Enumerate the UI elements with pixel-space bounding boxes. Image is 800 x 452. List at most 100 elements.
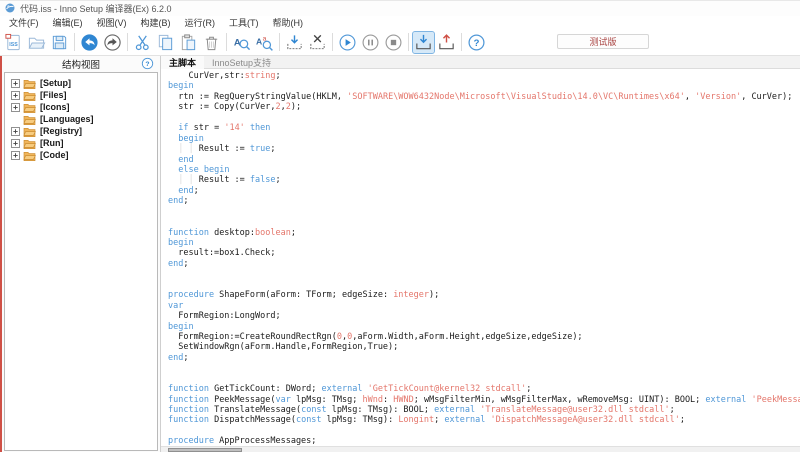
toolbar: ISS AAa? 测试版 (0, 29, 800, 56)
code-line: function DispatchMessage(const lpMsg: TM… (168, 415, 800, 425)
sidebar-title: 结构视图 (62, 57, 100, 71)
folder-icon (23, 114, 36, 125)
help-button[interactable]: ? (466, 32, 487, 53)
copy-button[interactable] (155, 32, 176, 53)
code-line: result:=box1.Check; (168, 248, 800, 258)
menu-item[interactable]: 运行(R) (178, 16, 223, 29)
stop-button[interactable] (383, 32, 404, 53)
compile-button[interactable] (284, 32, 305, 53)
new-script-icon: ISS (4, 33, 23, 52)
sidebar-help-icon[interactable]: ? (141, 57, 154, 70)
tree-item-code[interactable]: + [Code] (5, 149, 157, 161)
expand-icon[interactable]: + (11, 127, 20, 136)
folder-icon (23, 150, 36, 161)
replace-icon: Aa (255, 33, 274, 52)
code-line: str := Copy(CurVer,2,2); (168, 102, 800, 112)
tree-item-icons[interactable]: + [Icons] (5, 101, 157, 113)
run-button[interactable] (337, 32, 358, 53)
tree-item-label: [Setup] (40, 78, 71, 88)
upload-icon (437, 33, 456, 52)
tab-main-script[interactable]: 主脚本 (161, 56, 204, 69)
tree-item-run[interactable]: +[Run] (5, 137, 157, 149)
code-line: var (168, 301, 800, 311)
code-line (168, 426, 800, 436)
tree-item-setup[interactable]: + [Setup] (5, 77, 157, 89)
code-line: procedure AppProcessMessages; (168, 436, 800, 446)
toolbar-group (131, 32, 223, 53)
code-line (168, 207, 800, 217)
tree-item-registry[interactable]: + [Registry] (5, 125, 157, 137)
code-line (168, 113, 800, 123)
menu-item[interactable]: 构建(B) (134, 16, 178, 29)
code-line: end; (168, 353, 800, 363)
svg-text:ISS: ISS (9, 41, 18, 47)
redo-button[interactable] (102, 32, 123, 53)
tree-item-files[interactable]: +[Files] (5, 89, 157, 101)
undo-button[interactable] (79, 32, 100, 53)
find-button[interactable]: A (231, 32, 252, 53)
code-line: end; (168, 196, 800, 206)
redo-icon (103, 33, 122, 52)
toolbar-separator (127, 33, 128, 51)
code-line: end; (168, 186, 800, 196)
upload-button[interactable] (436, 32, 457, 53)
structure-tree: +[Setup]+[Files]+[Icons][Languages]+[Reg… (4, 72, 158, 451)
svg-text:?: ? (474, 37, 480, 48)
paste-button[interactable] (178, 32, 199, 53)
menu-item[interactable]: 编辑(E) (46, 16, 90, 29)
menu-item[interactable]: 帮助(H) (266, 16, 311, 29)
stop-compile-button[interactable] (307, 32, 328, 53)
open-folder-icon (27, 33, 46, 52)
pause-button[interactable] (360, 32, 381, 53)
folder-icon (23, 138, 36, 149)
copy-icon (156, 33, 175, 52)
tab-innosetup-support[interactable]: InnoSetup支持 (204, 56, 279, 69)
new-script-button[interactable]: ISS (3, 32, 24, 53)
beta-button[interactable]: 测试版 (557, 34, 649, 49)
expand-icon[interactable]: + (11, 103, 20, 112)
delete-button[interactable] (201, 32, 222, 53)
open-output-button[interactable] (413, 32, 434, 53)
tree-item-languages[interactable]: [Languages] (5, 113, 157, 125)
code-line: begin (168, 322, 800, 332)
code-line: function GetTickCount: DWord; external '… (168, 384, 800, 394)
window-title: 代码.iss - Inno Setup 编译器(Ex) 6.2.0 (20, 2, 172, 15)
code-area[interactable]: CurVer,str:string;begin rtn := RegQueryS… (161, 69, 800, 446)
code-line: if str = '14' then (168, 123, 800, 133)
help-icon: ? (467, 33, 486, 52)
expand-icon[interactable]: + (11, 139, 20, 148)
open-folder-button[interactable] (26, 32, 47, 53)
toolbar-group: ISS (2, 32, 71, 53)
replace-button[interactable]: Aa (254, 32, 275, 53)
stop-icon (384, 33, 403, 52)
menubar: 文件(F)编辑(E)视图(V)构建(B)运行(R)工具(T)帮助(H) (0, 16, 800, 29)
scrollbar-thumb[interactable] (168, 448, 242, 452)
svg-text:?: ? (145, 61, 149, 68)
code-line: procedure ShapeForm(aForm: TForm; edgeSi… (168, 290, 800, 300)
expand-icon[interactable]: + (11, 79, 20, 88)
expand-icon[interactable]: + (11, 151, 20, 160)
cut-button[interactable] (132, 32, 153, 53)
tree-item-label: [Icons] (40, 102, 70, 112)
folder-icon (23, 126, 36, 137)
tree-item-label: [Code] (40, 150, 69, 160)
tree-item-label: [Registry] (40, 126, 82, 136)
menu-item[interactable]: 视图(V) (90, 16, 134, 29)
menu-item[interactable]: 工具(T) (222, 16, 266, 29)
folder-icon (23, 90, 36, 101)
pause-icon (361, 33, 380, 52)
horizontal-scrollbar[interactable] (161, 446, 800, 452)
toolbar-group (412, 32, 458, 53)
toolbar-separator (226, 33, 227, 51)
menu-item[interactable]: 文件(F) (2, 16, 46, 29)
find-icon: A (232, 33, 251, 52)
expand-icon[interactable]: + (11, 91, 20, 100)
save-button[interactable] (49, 32, 70, 53)
toolbar-separator (408, 33, 409, 51)
sidebar-header: 结构视图 ? (2, 56, 160, 72)
toolbar-group (336, 32, 405, 53)
code-line (168, 269, 800, 279)
code-line: else begin (168, 165, 800, 175)
code-line: SetWindowRgn(aForm.Handle,FormRegion,Tru… (168, 342, 800, 352)
svg-text:A: A (256, 36, 262, 46)
